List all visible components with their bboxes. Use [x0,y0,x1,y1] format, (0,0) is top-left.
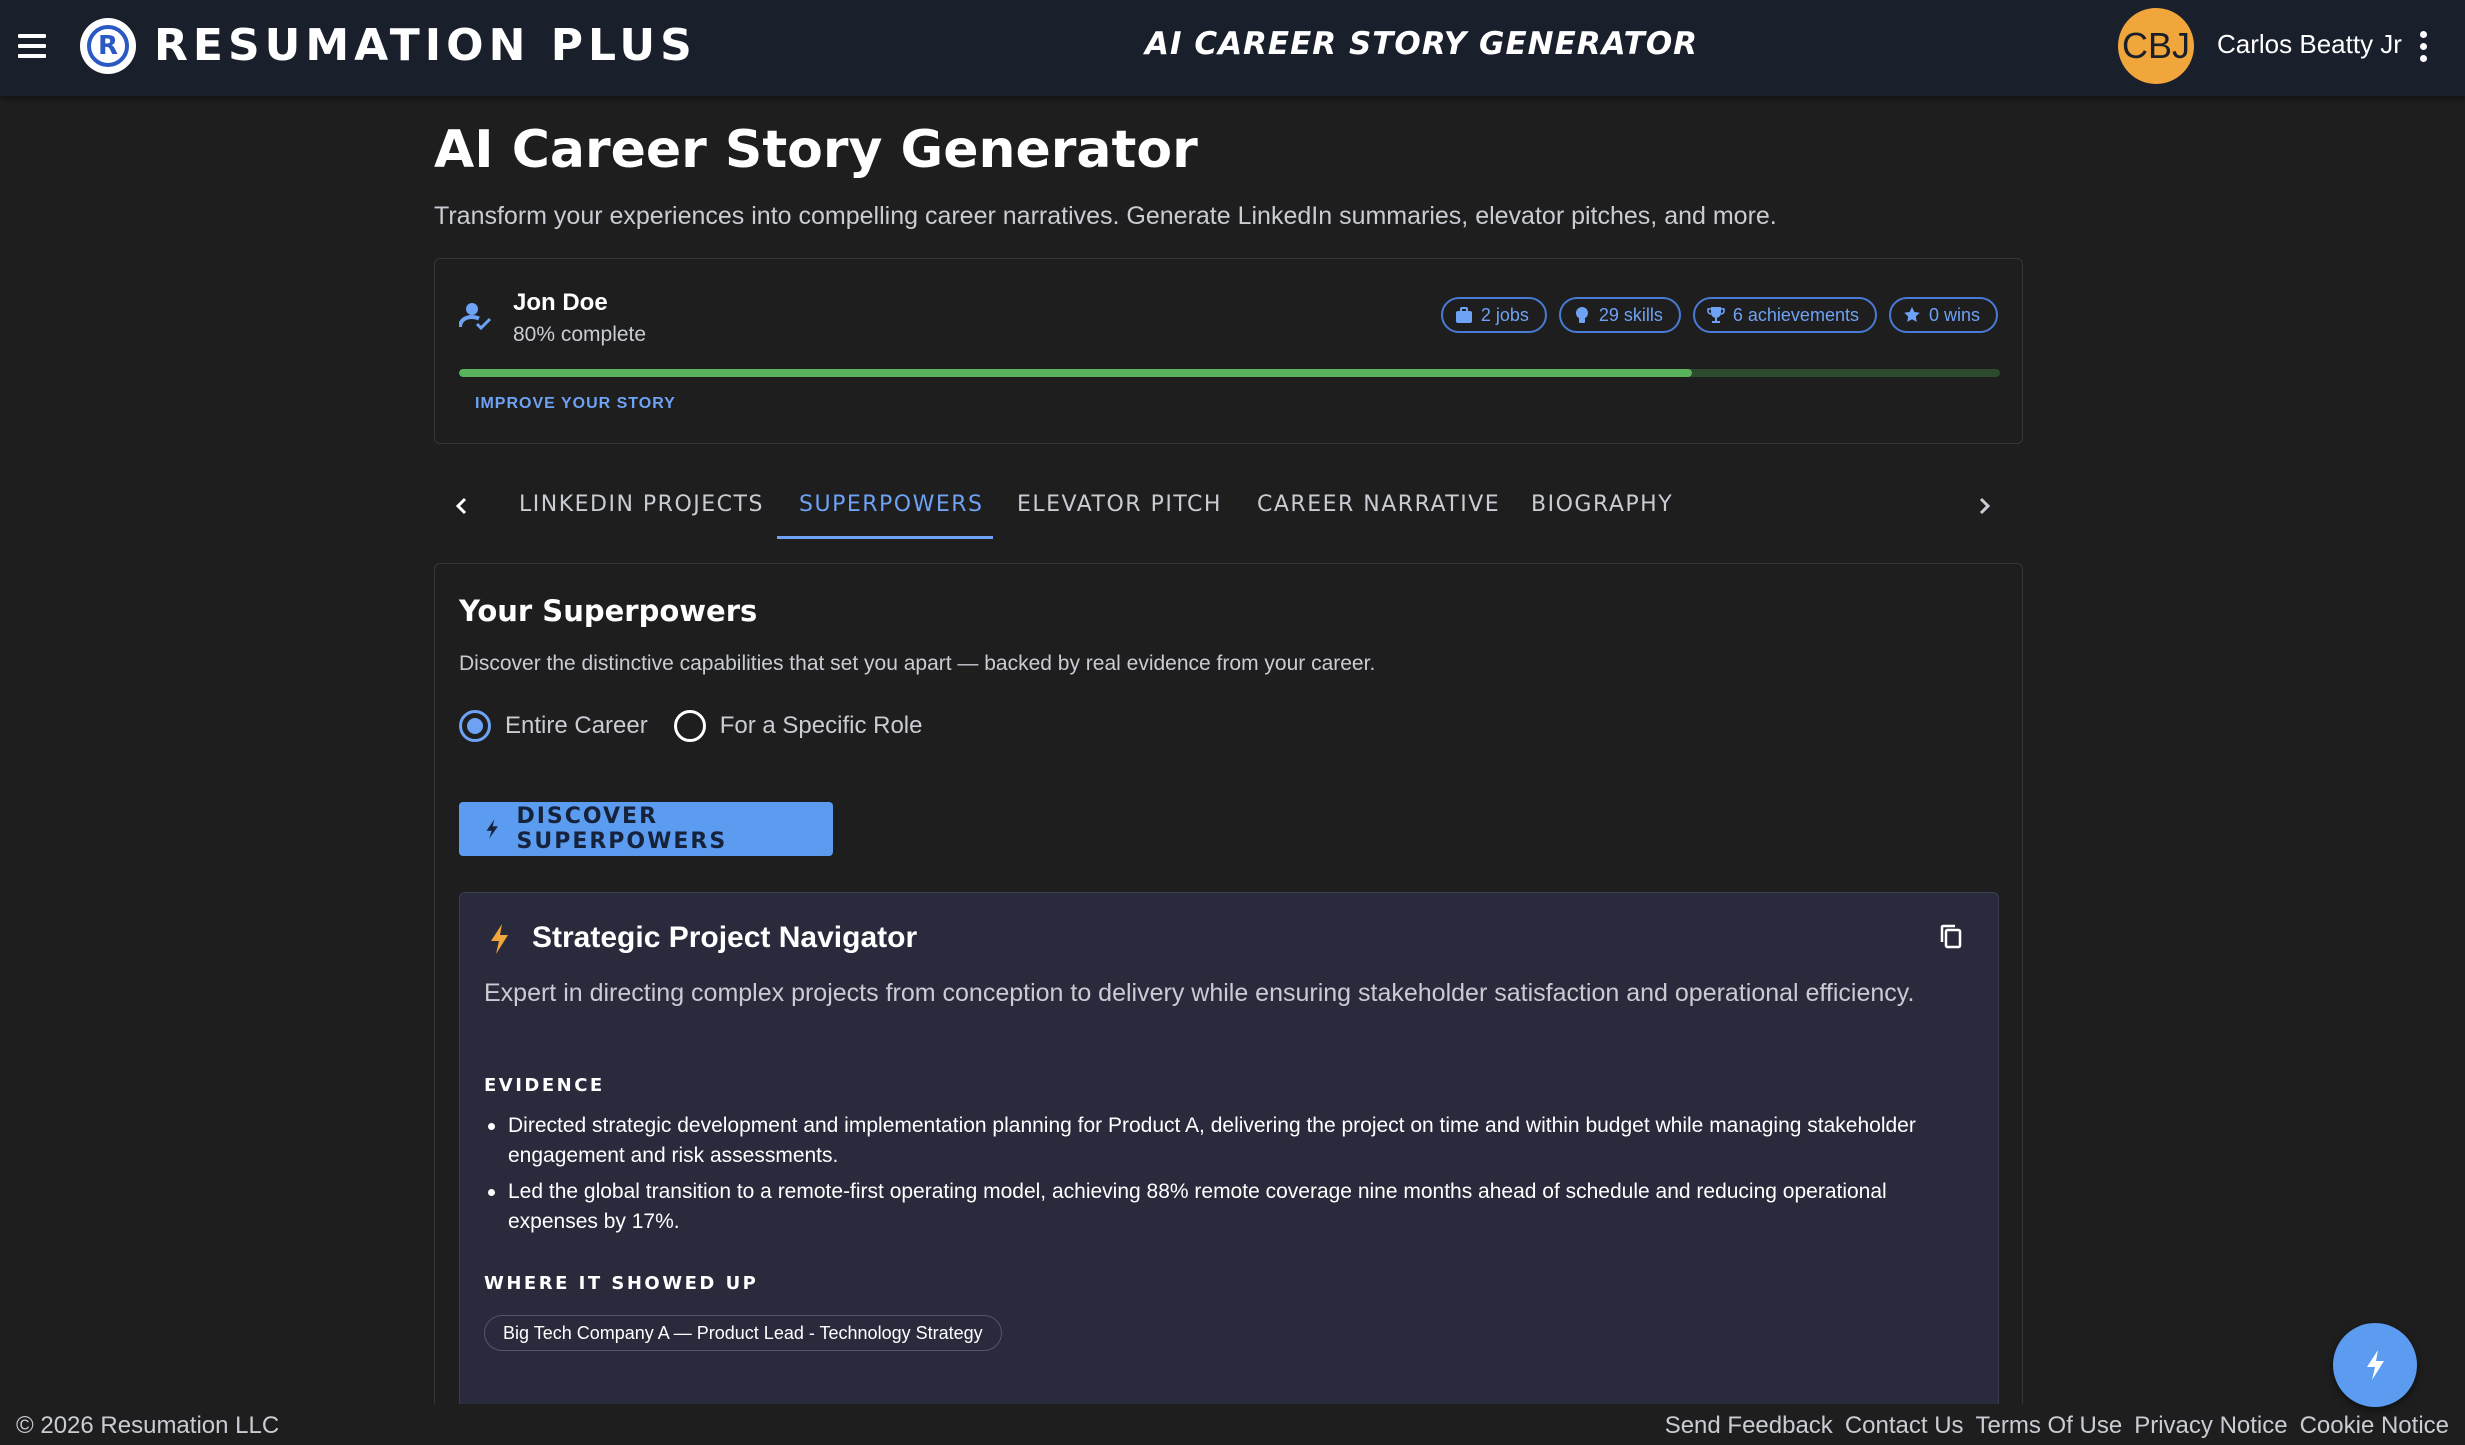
profile-card: Jon Doe 80% complete 2 jobs 29 skills 6 … [434,258,2023,444]
story-tabs: LINKEDIN PROJECTS SUPERPOWERS ELEVATOR P… [434,472,2023,540]
evidence-item: Directed strategic development and imple… [484,1111,1964,1171]
active-tab-indicator [777,536,993,539]
tab-elevator-pitch[interactable]: ELEVATOR PITCH [1017,492,1222,517]
tab-career-narrative[interactable]: CAREER NARRATIVE [1257,492,1500,517]
avatar[interactable]: CBJ [2118,8,2194,84]
superpowers-panel: Your Superpowers Discover the distinctiv… [434,563,2023,1445]
wins-chip[interactable]: 0 wins [1888,297,1998,333]
bolt-icon [491,924,508,954]
superpower-summary: Expert in directing complex projects fro… [484,979,1915,1007]
footer-link-terms-of-use[interactable]: Terms Of Use [1976,1412,2123,1440]
radio-entire-career[interactable]: Entire Career [459,710,648,742]
logo-letter: R [87,25,129,67]
radio-checked-icon[interactable] [459,710,491,742]
chevron-right-icon[interactable] [1966,488,2002,524]
profile-name: Jon Doe [513,289,608,316]
footer-link-send-feedback[interactable]: Send Feedback [1665,1412,1833,1440]
page-subtitle: Transform your experiences into compelli… [434,202,1777,230]
user-name[interactable]: Carlos Beatty Jr [2217,29,2402,60]
profile-progress-fill [459,369,1692,377]
footer: © 2026 Resumation LLC Send Feedback Cont… [0,1404,2465,1445]
button-label: DISCOVER SUPERPOWERS [516,804,728,854]
trophy-icon [1707,307,1725,323]
copy-icon[interactable] [1938,923,1964,951]
profile-progress-bar [459,369,2000,377]
superpower-result-card: Strategic Project Navigator Expert in di… [459,892,1999,1445]
skills-chip[interactable]: 29 skills [1558,297,1681,333]
chip-label: 0 wins [1928,304,1980,325]
tab-linkedin-projects[interactable]: LINKEDIN PROJECTS [519,492,764,517]
superpower-title: Strategic Project Navigator [532,921,918,954]
star-icon [1904,307,1920,322]
person-check-icon [459,303,492,331]
briefcase-icon [1455,307,1472,323]
radio-label: Entire Career [505,712,648,739]
evidence-list: Directed strategic development and imple… [484,1111,1964,1243]
jobs-chip[interactable]: 2 jobs [1440,297,1547,333]
brand-logo[interactable]: R [80,18,136,74]
evidence-item: Led the global transition to a remote-fi… [484,1177,1964,1237]
app-bar-title: AI CAREER STORY GENERATOR [1145,26,1699,62]
radio-specific-role[interactable]: For a Specific Role [673,710,923,742]
evidence-label: EVIDENCE [484,1075,605,1096]
bolt-icon [2367,1350,2384,1380]
section-title: Your Superpowers [459,594,758,628]
chip-label: 2 jobs [1480,304,1529,325]
tab-superpowers[interactable]: SUPERPOWERS [799,492,984,517]
achievements-chip[interactable]: 6 achievements [1692,297,1877,333]
improve-story-link[interactable]: IMPROVE YOUR STORY [475,395,676,413]
profile-stats: 2 jobs 29 skills 6 achievements 0 wins [1440,297,1998,333]
discover-superpowers-button[interactable]: DISCOVER SUPERPOWERS [459,802,833,856]
footer-links: Send Feedback Contact Us Terms Of Use Pr… [1665,1412,2449,1440]
radio-label: For a Specific Role [719,712,923,739]
bolt-icon [486,819,498,839]
copyright: © 2026 Resumation LLC [16,1412,280,1439]
more-vert-icon[interactable] [2411,26,2435,66]
profile-completion: 80% complete [513,323,647,346]
chip-label: 29 skills [1598,304,1663,325]
page-title: AI Career Story Generator [434,120,1198,180]
scope-radio-group: Entire Career For a Specific Role [459,710,948,742]
role-chip[interactable]: Big Tech Company A — Product Lead - Tech… [484,1315,1002,1351]
lightbulb-icon [1575,307,1588,323]
where-label: WHERE IT SHOWED UP [484,1273,759,1294]
footer-link-cookie-notice[interactable]: Cookie Notice [2300,1412,2449,1440]
hamburger-menu-icon[interactable] [14,26,54,66]
tab-biography[interactable]: BIOGRAPHY [1531,492,1673,517]
radio-unchecked-icon[interactable] [673,710,706,742]
app-bar: R RESUMATION PLUS AI CAREER STORY GENERA… [0,0,2465,96]
section-description: Discover the distinctive capabilities th… [459,652,1376,675]
chip-label: 6 achievements [1732,304,1859,325]
footer-link-contact-us[interactable]: Contact Us [1845,1412,1964,1440]
quick-action-button[interactable] [2333,1323,2417,1407]
footer-link-privacy-notice[interactable]: Privacy Notice [2134,1412,2287,1440]
chevron-left-icon[interactable] [444,488,480,524]
brand-name[interactable]: RESUMATION PLUS [154,20,697,71]
